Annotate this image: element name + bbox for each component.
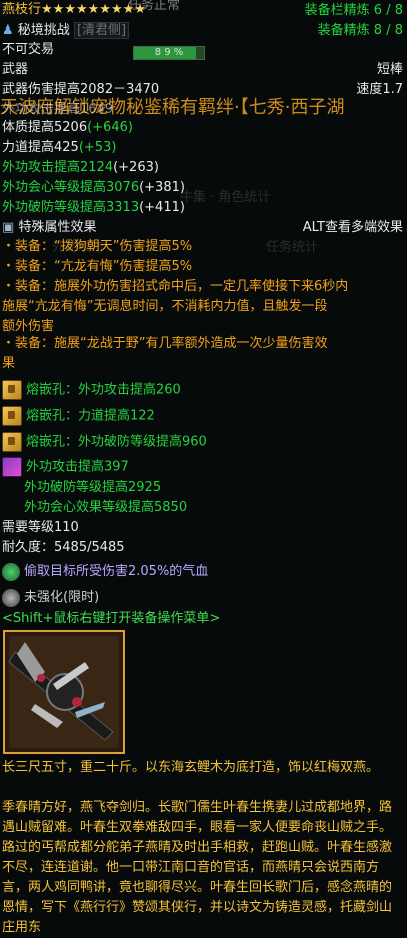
special-effect-line: ・装备：“亢龙有悔”伤害提高5% bbox=[2, 259, 193, 274]
unstrengthened-text: 未强化(限时) bbox=[24, 590, 100, 605]
socket-row: 熔嵌孔：外功攻击提高260 bbox=[2, 380, 181, 400]
socket-gem-icon bbox=[2, 432, 22, 452]
attribute-row: 外功攻击提高2124(+263) bbox=[2, 158, 159, 178]
attribute-bonus: (+381) bbox=[139, 180, 185, 195]
socket-gem-icon bbox=[2, 406, 22, 426]
challenge-progress-text: 8 9 % bbox=[154, 47, 184, 58]
tradable-status: 不可交易 bbox=[2, 42, 55, 57]
attribute-text: 外功破防等级提高3313 bbox=[2, 200, 140, 215]
durability: 耐久度：5485/5485 bbox=[2, 540, 125, 555]
enchant-main: 外功攻击提高397 bbox=[26, 459, 129, 475]
item-image bbox=[3, 630, 125, 754]
socket-row: 熔嵌孔：外功破防等级提高960 bbox=[2, 432, 207, 452]
enchant-icon bbox=[2, 457, 22, 477]
item-name-row: 燕枝行★★★★★★★★★ bbox=[2, 0, 146, 20]
enchant-row: 外功攻击提高397 bbox=[2, 457, 129, 477]
challenge-progress-bar: 8 9 % bbox=[133, 46, 205, 60]
attack-base: 外功攻击提高1649 bbox=[2, 102, 114, 117]
socket-label: 熔嵌孔：力道提高122 bbox=[26, 408, 155, 424]
special-effect-line: ・装备：施展“龙战于野”有几率额外造成一次少量伤害效 bbox=[2, 336, 328, 351]
special-effect-line: 果 bbox=[2, 356, 16, 371]
secret-challenge-tag: [清君侧] bbox=[73, 22, 130, 39]
item-description-2: 季春晴方好，燕飞夺剑归。长歌门儒生叶春生携妻儿过成都地界，路遇山贼留难。叶春生双… bbox=[2, 800, 393, 935]
steal-effect-row: 偷取目标所受伤害2.05%的气血 bbox=[2, 562, 208, 582]
enchant-sub1: 外功破防等级提高2925 bbox=[24, 480, 162, 495]
special-title: 特殊属性效果 bbox=[18, 220, 97, 235]
unstrengthened-row: 未强化(限时) bbox=[2, 588, 99, 608]
secret-challenge-row: ♟ 秘境挑战 [清君侧] bbox=[2, 21, 130, 41]
attribute-row: 外功会心等级提高3076(+381) bbox=[2, 178, 185, 198]
attribute-bonus: (+646) bbox=[87, 120, 133, 135]
attribute-bonus: (+263) bbox=[113, 160, 159, 175]
attribute-row: 外功破防等级提高3313(+411) bbox=[2, 198, 185, 218]
bg-text-tab2: 任务统计 bbox=[266, 240, 319, 255]
attack-speed: 速度1.7 bbox=[356, 82, 403, 97]
steal-effect-icon bbox=[2, 562, 20, 581]
attribute-bonus: (+53) bbox=[78, 140, 117, 155]
socket-row: 熔嵌孔：力道提高122 bbox=[2, 406, 155, 426]
secret-challenge-label: 秘境挑战 bbox=[17, 23, 70, 38]
require-level: 需要等级110 bbox=[2, 520, 79, 535]
shift-hint: <Shift+鼠标右键打开装备操作菜单> bbox=[2, 611, 221, 626]
socket-gem-icon bbox=[2, 380, 22, 400]
attribute-text: 体质提高5206 bbox=[2, 120, 88, 135]
item-name: 燕枝行 bbox=[2, 2, 42, 17]
steal-effect-text: 偷取目标所受伤害2.05%的气血 bbox=[24, 564, 209, 579]
equip-refine: 装备精炼 8 / 8 bbox=[317, 23, 403, 38]
weapon-damage: 武器伤害提高2082－3470 bbox=[2, 82, 160, 97]
bg-text-tab3: 牛集 · 角色统计 bbox=[180, 190, 271, 205]
attribute-text: 力道提高425 bbox=[2, 140, 79, 155]
special-effect-line: ・装备：“拨狗朝天”伤害提高5% bbox=[2, 239, 193, 254]
item-description-1: 长三尺五寸，重二十斤。以东海玄鲤木为底打造，饰以红梅双燕。 bbox=[2, 760, 380, 775]
socket-label: 熔嵌孔：外功破防等级提高960 bbox=[26, 434, 207, 450]
equip-slot-refine: 装备栏精炼 6 / 8 bbox=[304, 3, 403, 18]
item-subtype: 短棒 bbox=[376, 62, 403, 77]
attribute-bonus: (+411) bbox=[139, 200, 185, 215]
alt-hint: ALT查看多端效果 bbox=[302, 220, 403, 235]
item-type: 武器 bbox=[2, 62, 29, 77]
enchant-sub2: 外功会心效果等级提高5850 bbox=[24, 500, 188, 515]
attribute-text: 外功会心等级提高3076 bbox=[2, 180, 140, 195]
star-rating: ★★★★★★★★★ bbox=[41, 2, 146, 17]
attribute-row: 体质提高5206(+646) bbox=[2, 118, 133, 138]
socket-label: 熔嵌孔：外功攻击提高260 bbox=[26, 382, 181, 398]
special-effect-line: 施展“亢龙有悔”无调息时间，不消耗内力值，且触发一段 bbox=[2, 299, 328, 314]
attribute-text: 外功攻击提高2124 bbox=[2, 160, 114, 175]
attribute-row: 力道提高425(+53) bbox=[2, 138, 116, 158]
weapon-art-icon bbox=[5, 632, 123, 752]
special-title-row: ▣ 特殊属性效果 bbox=[2, 218, 96, 238]
monitor-icon: ▣ bbox=[2, 220, 15, 235]
challenge-icon: ♟ bbox=[2, 23, 14, 38]
special-effect-line: ・装备：施展外功伤害招式命中后，一定几率使接下来6秒内 bbox=[2, 279, 349, 294]
strengthen-icon bbox=[2, 588, 20, 607]
